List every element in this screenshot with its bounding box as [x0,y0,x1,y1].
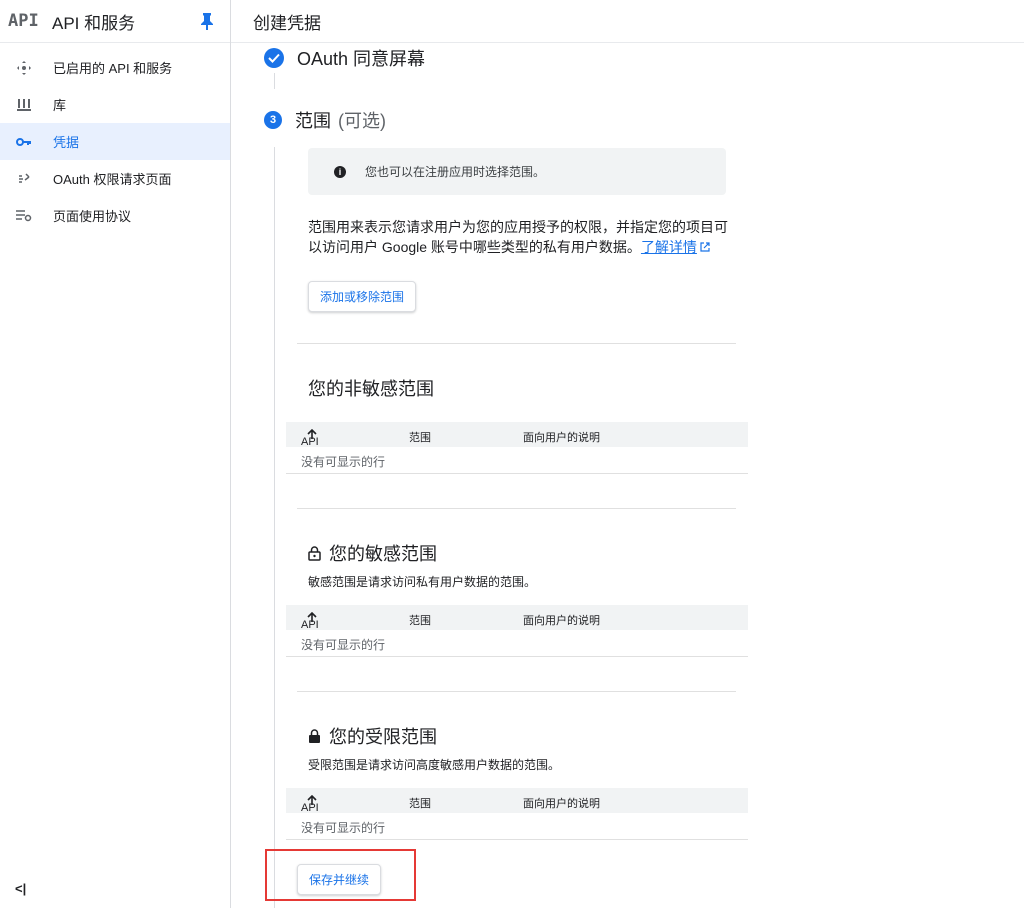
column-scope: 范围 [409,432,431,444]
lock-icon [309,728,320,743]
sidebar-item-oauth-consent[interactable]: OAuth 权限请求页面 [0,160,230,197]
check-circle-icon [264,48,284,68]
column-description: 面向用户的说明 [523,615,600,627]
column-api[interactable]: API [301,611,319,631]
settings-list-icon [15,207,33,225]
step-scopes: 3 范围 (可选) [264,107,386,133]
sidebar-item-label: 已启用的 API 和服务 [53,61,173,76]
info-text: 您也可以在注册应用时选择范围。 [365,165,546,179]
sidebar-item-label: OAuth 权限请求页面 [53,172,172,187]
column-scope: 范围 [409,798,431,810]
sidebar-header: API API 和服务 [0,0,230,43]
external-link-icon [700,242,710,252]
sidebar-nav: 已启用的 API 和服务 库 凭据 OAuth 权限请求页面 页面使用协议 [0,49,230,234]
section-title: 您的受限范围 [308,723,437,749]
pin-icon[interactable] [200,12,216,31]
library-icon [15,96,33,114]
api-logo: API [8,11,39,31]
scopes-description: 范围用来表示您请求用户为您的应用授予的权限，并指定您的项目可以访问用户 Goog… [308,217,728,257]
step-label: 范围 (可选) [295,107,386,133]
step-label: OAuth 同意屏幕 [297,49,426,69]
api-hub-icon [15,59,33,77]
table-empty-row: 没有可显示的行 [286,447,748,474]
column-api[interactable]: API [301,428,319,448]
column-description: 面向用户的说明 [523,798,600,810]
table-empty-row: 没有可显示的行 [286,630,748,657]
column-scope: 范围 [409,615,431,627]
add-remove-scopes-button[interactable]: 添加或移除范围 [308,281,416,312]
sidebar-item-label: 页面使用协议 [53,209,132,224]
empty-text: 没有可显示的行 [301,638,386,652]
top-bar: 创建凭据 [231,0,1024,43]
sensitive-scopes-title: 您的敏感范围 [329,544,437,564]
info-banner: i 您也可以在注册应用时选择范围。 [308,148,726,195]
non-sensitive-scopes-title: 您的非敏感范围 [308,379,434,399]
divider [297,691,736,692]
table-header: API 范围 面向用户的说明 [286,422,748,448]
highlight-box [265,849,416,901]
table-header: API 范围 面向用户的说明 [286,605,748,631]
divider [297,508,736,509]
section-description: 受限范围是请求访问高度敏感用户数据的范围。 [308,758,561,772]
step-number-badge: 3 [264,111,282,129]
step-title: 范围 [295,111,331,131]
sidebar-item-label: 凭据 [53,135,80,150]
sidebar-title: API 和服务 [52,13,136,33]
section-description: 敏感范围是请求访问私有用户数据的范围。 [308,575,537,589]
step-optional-label: (可选) [338,111,387,131]
key-icon [15,133,33,151]
table-empty-row: 没有可显示的行 [286,813,748,840]
sidebar-item-credentials[interactable]: 凭据 [0,123,230,160]
sidebar-item-page-agreement[interactable]: 页面使用协议 [0,197,230,234]
lock-open-icon [308,545,321,561]
table-header: API 范围 面向用户的说明 [286,788,748,814]
sidebar-item-enabled-apis[interactable]: 已启用的 API 和服务 [0,49,230,86]
empty-text: 没有可显示的行 [301,821,386,835]
page-title: 创建凭据 [253,13,321,33]
learn-more-link[interactable]: 了解详情 [641,239,697,255]
sidebar: API API 和服务 已启用的 API 和服务 库 凭据 OAuth 权限请求… [0,0,231,908]
info-icon: i [334,165,346,178]
restricted-scopes-title: 您的受限范围 [329,727,437,747]
divider [297,343,736,344]
step-connector [274,147,275,908]
sidebar-item-library[interactable]: 库 [0,86,230,123]
section-title: 您的非敏感范围 [308,375,434,401]
sidebar-item-label: 库 [53,98,67,113]
oauth-consent-icon [15,170,33,188]
empty-text: 没有可显示的行 [301,455,386,469]
column-api[interactable]: API [301,794,319,814]
collapse-sidebar-button[interactable]: <| [15,881,26,896]
step-connector [274,73,275,89]
step-oauth-consent[interactable]: OAuth 同意屏幕 [264,45,425,71]
column-description: 面向用户的说明 [523,432,600,444]
main-content: OAuth 同意屏幕 3 范围 (可选) i 您也可以在注册应用时选择范围。 范… [231,43,1024,908]
section-title: 您的敏感范围 [308,540,437,566]
